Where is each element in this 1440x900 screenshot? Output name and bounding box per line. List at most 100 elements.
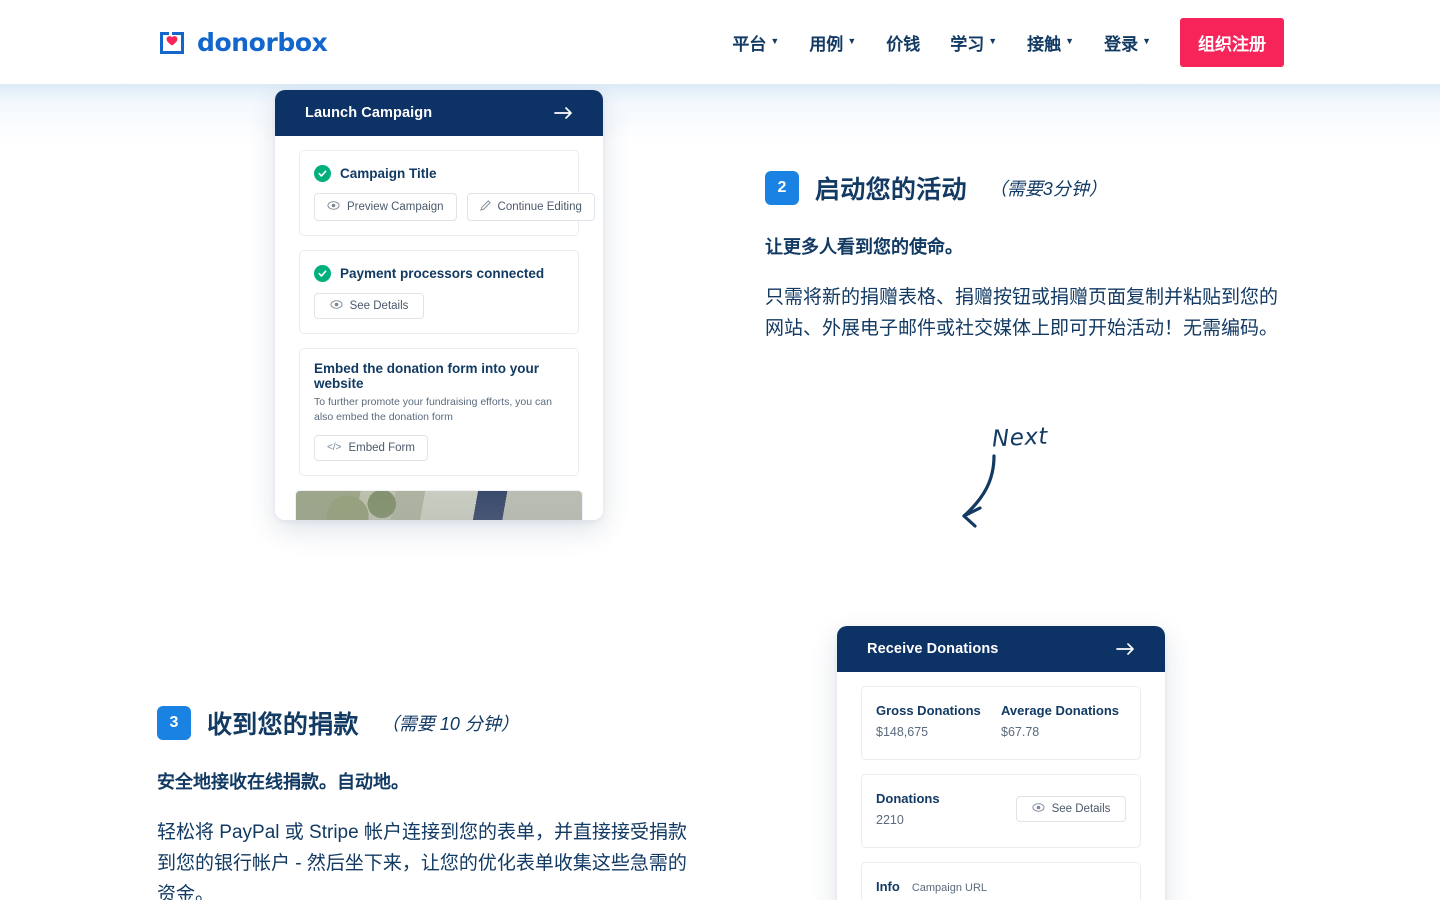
site-header: donorbox 平台 ▼ 用例 ▼ 价钱 学习 ▼ 接触 ▼ 登录 ▼ 组织注… xyxy=(0,0,1440,84)
step-2-lead: 让更多人看到您的使命。 xyxy=(765,237,963,257)
nav-item-contact[interactable]: 接触 ▼ xyxy=(1012,0,1089,84)
stat-label: Gross Donations xyxy=(876,703,981,718)
panel-campaign-info: Info Campaign URL xyxy=(861,862,1141,900)
panel-campaign-title: Campaign Title Preview Campaign Continue… xyxy=(299,150,595,236)
preview-campaign-button[interactable]: Preview Campaign xyxy=(314,193,457,221)
receive-donations-title: Receive Donations xyxy=(867,641,999,657)
step-3-duration: （需要 10 分钟） xyxy=(380,714,519,734)
button-label: See Details xyxy=(349,300,409,312)
stat-label: Average Donations xyxy=(1001,703,1119,718)
nav-label: 学习 xyxy=(950,34,985,54)
nav-item-pricing[interactable]: 价钱 xyxy=(871,0,935,84)
panel-header-row: Campaign Title xyxy=(314,165,564,182)
chevron-down-icon: ▼ xyxy=(1065,36,1075,46)
receive-donations-card: Receive Donations Gross Donations $148,6… xyxy=(837,626,1165,900)
step-3-body: 轻松将 PayPal 或 Stripe 帐户连接到您的表单，并直接接受捐款到您的… xyxy=(157,822,687,900)
campaign-preview: Details Updates 1 Donor Wall 3 Our local… xyxy=(295,489,583,520)
receive-donations-card-body: Gross Donations $148,675 Average Donatio… xyxy=(837,672,1165,900)
panel-donation-stats: Gross Donations $148,675 Average Donatio… xyxy=(861,686,1141,760)
button-label: Preview Campaign xyxy=(347,201,444,213)
nav-item-platform[interactable]: 平台 ▼ xyxy=(717,0,794,84)
launch-campaign-title: Launch Campaign xyxy=(305,105,433,121)
embed-form-button[interactable]: </> Embed Form xyxy=(314,434,428,461)
panel-title: Campaign Title xyxy=(340,166,437,181)
panel-button-row: See Details xyxy=(314,293,564,319)
panel-title: Payment processors connected xyxy=(340,266,545,281)
pencil-icon xyxy=(479,200,491,214)
nav-label: 价钱 xyxy=(886,34,921,54)
panel-description: To further promote your fundraising effo… xyxy=(314,396,552,423)
stat-value: $148,675 xyxy=(876,725,929,739)
donations-value: 2210 xyxy=(876,813,904,827)
campaign-url-label: Campaign URL xyxy=(911,882,988,894)
panel-button-row: Preview Campaign Continue Editing xyxy=(314,193,595,221)
eye-icon xyxy=(1032,803,1045,815)
see-details-button[interactable]: See Details xyxy=(1016,796,1126,822)
chevron-down-icon: ▼ xyxy=(988,36,998,46)
step-2-heading: 2 启动您的活动 （需要3分钟） xyxy=(765,170,1295,206)
donations-figures: Donations 2210 xyxy=(876,791,940,827)
step-2-number-badge: 2 xyxy=(765,171,799,205)
stat-average-donations: Average Donations $67.78 xyxy=(1001,703,1126,739)
step-3-lead: 安全地接收在线捐款。自动地。 xyxy=(157,772,409,792)
chevron-down-icon: ▼ xyxy=(1142,36,1151,46)
check-circle-icon xyxy=(314,165,331,182)
logo[interactable]: donorbox xyxy=(156,26,328,58)
campaign-photo xyxy=(296,490,582,520)
main-nav: 平台 ▼ 用例 ▼ 价钱 学习 ▼ 接触 ▼ 登录 ▼ 组织注册 xyxy=(717,0,1284,84)
eye-icon xyxy=(327,201,340,213)
nav-item-login[interactable]: 登录 ▼ xyxy=(1089,0,1166,84)
button-label: See Details xyxy=(1051,803,1111,815)
nav-label: 用例 xyxy=(809,34,844,54)
panel-title: Embed the donation form into your websit… xyxy=(314,361,539,391)
info-label: Info xyxy=(876,879,900,894)
donations-row: Donations 2210 See Details xyxy=(876,791,1126,827)
receive-donations-card-header: Receive Donations xyxy=(837,626,1165,672)
launch-campaign-card: Launch Campaign Campaign Title Preview C… xyxy=(275,90,603,520)
info-row: Info Campaign URL xyxy=(876,879,1126,894)
nav-label: 平台 xyxy=(732,34,767,54)
panel-donations-count: Donations 2210 See Details xyxy=(861,774,1141,848)
launch-campaign-card-header: Launch Campaign xyxy=(275,90,603,136)
arrow-right-icon[interactable] xyxy=(554,106,574,120)
step-2-block: 2 启动您的活动 （需要3分钟） 让更多人看到您的使命。 只需将新的捐赠表格、捐… xyxy=(765,170,1295,345)
logo-text: donorbox xyxy=(197,27,328,57)
register-organization-button[interactable]: 组织注册 xyxy=(1180,17,1284,67)
campaign-preview-strip: Details Updates 1 Donor Wall 3 Our local… xyxy=(275,489,603,520)
step-3-heading: 3 收到您的捐款 （需要 10 分钟） xyxy=(157,705,687,741)
nav-item-usecases[interactable]: 用例 ▼ xyxy=(794,0,871,84)
donorbox-heart-box-icon xyxy=(156,26,188,58)
page-root: donorbox 平台 ▼ 用例 ▼ 价钱 学习 ▼ 接触 ▼ 登录 ▼ 组织注… xyxy=(0,0,1440,900)
continue-editing-button[interactable]: Continue Editing xyxy=(466,193,595,221)
nav-label: 登录 xyxy=(1104,34,1139,54)
panel-header-row: Payment processors connected xyxy=(314,265,564,282)
step-2-title: 启动您的活动 xyxy=(815,176,967,204)
launch-campaign-card-body: Campaign Title Preview Campaign Continue… xyxy=(275,136,603,520)
nav-label: 接触 xyxy=(1027,34,1062,54)
stat-gross-donations: Gross Donations $148,675 xyxy=(876,703,1001,739)
eye-icon xyxy=(330,300,343,312)
hero-gradient xyxy=(0,84,1440,144)
stat-value: $67.78 xyxy=(1001,725,1040,739)
donations-label: Donations xyxy=(876,791,940,806)
chevron-down-icon: ▼ xyxy=(847,36,857,46)
nav-item-learn[interactable]: 学习 ▼ xyxy=(935,0,1012,84)
step-2-body: 只需将新的捐赠表格、捐赠按钮或捐赠页面复制并粘贴到您的网站、外展电子邮件或社交媒… xyxy=(765,287,1279,339)
next-annotation: Next xyxy=(950,423,1100,530)
arrow-right-icon[interactable] xyxy=(1116,642,1136,656)
panel-payment-processors: Payment processors connected See Details xyxy=(299,250,579,334)
curved-arrow-down-left-icon xyxy=(962,454,996,528)
stat-row: Gross Donations $148,675 Average Donatio… xyxy=(876,703,1126,739)
panel-embed-form: Embed the donation form into your websit… xyxy=(299,348,579,476)
step-3-title: 收到您的捐款 xyxy=(207,711,359,739)
step-3-number-badge: 3 xyxy=(157,706,191,740)
button-label: Embed Form xyxy=(348,441,415,454)
check-circle-icon xyxy=(314,265,331,282)
next-annotation-label: Next xyxy=(991,423,1049,453)
code-icon: </> xyxy=(327,442,342,454)
see-details-button[interactable]: See Details xyxy=(314,293,424,319)
step-2-duration: （需要3分钟） xyxy=(988,179,1107,199)
chevron-down-icon: ▼ xyxy=(770,36,780,46)
button-label: Continue Editing xyxy=(497,201,582,213)
step-3-block: 3 收到您的捐款 （需要 10 分钟） 安全地接收在线捐款。自动地。 轻松将 P… xyxy=(157,705,687,900)
